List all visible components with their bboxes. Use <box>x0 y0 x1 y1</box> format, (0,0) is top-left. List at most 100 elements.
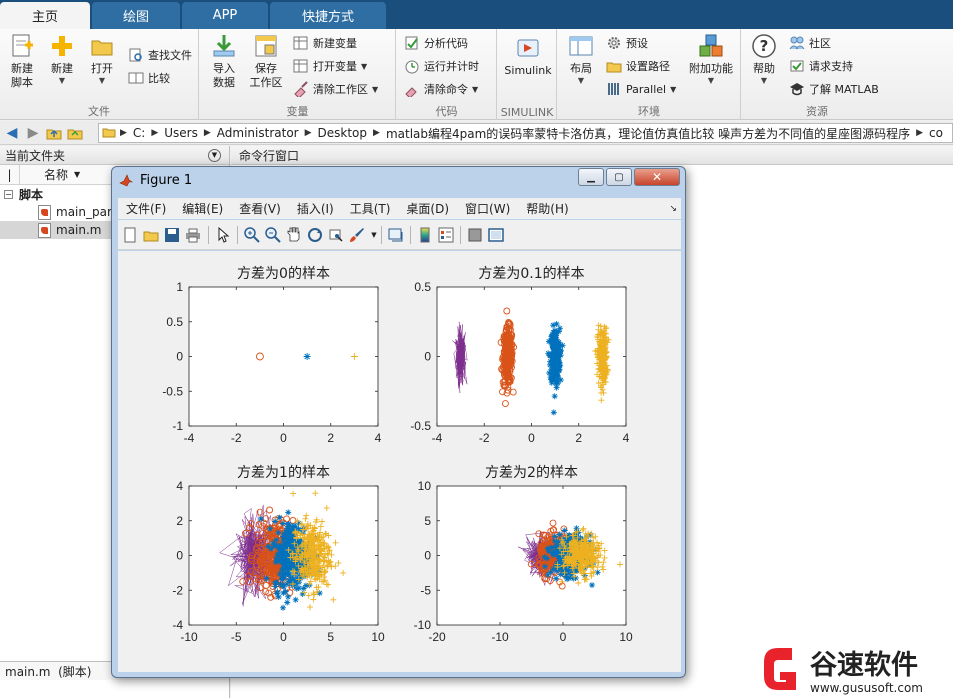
tab-home[interactable]: 主页 <box>0 2 90 29</box>
collapse-icon[interactable]: − <box>4 189 13 199</box>
star-marker <box>280 604 286 611</box>
find-files-button[interactable]: 查找文件 <box>128 45 192 65</box>
link-plot-icon[interactable] <box>387 226 405 244</box>
subplot-title: 方差为1的样本 <box>237 465 330 481</box>
subplot-4[interactable]: -20 -10 0 10-10-50510方差为2的样本 <box>414 465 633 644</box>
breadcrumb-desktop[interactable]: Desktop <box>312 126 374 140</box>
breadcrumb-project[interactable]: matlab编程4pam的误码率蒙特卡洛仿真，理论值仿真值比较 噪声方差为不同值… <box>380 125 916 142</box>
y-tick-label: -0.5 <box>162 384 183 398</box>
save-workspace-icon <box>253 33 279 59</box>
help-button[interactable]: ? 帮助 ▼ <box>746 33 782 85</box>
subplot-1[interactable]: -4 -2 0 2 4 -1 -0.5 0 0.5 1 方差为0的样本 <box>162 266 381 445</box>
open-variable-icon <box>293 58 309 74</box>
edit-plot-pointer-icon[interactable] <box>214 226 232 244</box>
tab-shortcuts[interactable]: 快捷方式 <box>270 2 386 29</box>
pan-hand-icon[interactable] <box>285 226 303 244</box>
import-icon <box>211 33 237 59</box>
zoom-out-icon[interactable] <box>264 226 282 244</box>
tab-plots[interactable]: 绘图 <box>92 2 180 29</box>
maximize-button[interactable]: ▢ <box>606 168 632 186</box>
x-tick-label: 0 <box>280 630 287 644</box>
chevron-down-icon: ▼ <box>361 61 368 71</box>
menu-help[interactable]: 帮助(H) <box>518 200 576 217</box>
subplot-2[interactable]: -4 -2 0 2 4 -0.5 0 0.5 方差为0.1的样本 <box>410 266 629 445</box>
chevron-right-icon: ▶ <box>304 128 312 138</box>
y-tick-label: 0 <box>424 549 431 563</box>
up-folder-icon[interactable] <box>45 124 63 142</box>
close-button[interactable]: ✕ <box>634 168 680 186</box>
star-marker <box>284 599 291 606</box>
breadcrumb-users[interactable]: Users <box>158 126 204 140</box>
new-script-button[interactable]: 新建 脚本 <box>4 33 40 90</box>
insert-colorbar-icon[interactable] <box>416 226 434 244</box>
matlab-logo-icon <box>119 173 133 191</box>
dock-arrow-icon[interactable]: ↘ <box>669 204 677 214</box>
compare-icon <box>128 70 144 86</box>
star-marker <box>280 520 286 527</box>
breadcrumb-drive[interactable]: C: <box>127 126 151 140</box>
subplot-3[interactable]: -10 -5 0 5 10 -4 -2 0 2 4 方差为1的样本 <box>172 465 385 644</box>
open-button[interactable]: 打开 ▼ <box>84 33 120 85</box>
x-tick-label: 4 <box>375 431 382 445</box>
star-marker <box>270 540 277 546</box>
brush-icon[interactable] <box>348 226 366 244</box>
breadcrumb-admin[interactable]: Administrator <box>211 126 305 140</box>
addons-button[interactable]: 附加功能 ▼ <box>686 33 736 85</box>
layout-icon <box>568 33 594 59</box>
save-workspace-button[interactable]: 保存 工作区 <box>246 33 286 90</box>
compare-button[interactable]: 比较 <box>128 68 170 88</box>
run-and-time-button[interactable]: 运行并计时 <box>404 56 479 76</box>
path-field[interactable]: ▶ C: ▶ Users ▶ Administrator ▶ Desktop ▶… <box>98 123 953 143</box>
menu-tools[interactable]: 工具(T) <box>342 200 399 217</box>
clear-workspace-button[interactable]: 清除工作区 ▼ <box>293 79 378 99</box>
save-icon[interactable] <box>163 226 181 244</box>
request-support-button[interactable]: 请求支持 <box>789 56 853 76</box>
data-cursor-icon[interactable] <box>327 226 345 244</box>
menu-window[interactable]: 窗口(W) <box>457 200 518 217</box>
browse-folder-icon[interactable] <box>66 124 84 142</box>
open-file-icon[interactable] <box>142 226 160 244</box>
new-figure-icon[interactable] <box>121 226 139 244</box>
menu-file[interactable]: 文件(F) <box>118 200 174 217</box>
x-tick-label: -20 <box>428 630 446 644</box>
analyze-code-button[interactable]: 分析代码 <box>404 33 468 53</box>
print-icon[interactable] <box>184 226 202 244</box>
menu-desktop[interactable]: 桌面(D) <box>398 200 457 217</box>
menu-edit[interactable]: 编辑(E) <box>174 200 231 217</box>
learn-matlab-button[interactable]: 了解 MATLAB <box>789 79 879 99</box>
community-button[interactable]: 社区 <box>789 33 831 53</box>
maximize-icon: ▢ <box>614 171 624 183</box>
clear-commands-button[interactable]: 清除命令 ▼ <box>404 79 478 99</box>
panel-title: 当前文件夹 <box>5 148 66 163</box>
new-button[interactable]: 新建 ▼ <box>44 33 80 85</box>
zoom-in-icon[interactable] <box>243 226 261 244</box>
import-data-button[interactable]: 导入 数据 <box>206 33 242 90</box>
menu-view[interactable]: 查看(V) <box>231 200 289 217</box>
set-path-button[interactable]: 设置路径 <box>606 56 670 76</box>
panel-menu-icon[interactable]: ▼ <box>208 148 221 162</box>
x-tick-label: 10 <box>619 630 633 644</box>
star-marker <box>541 554 548 561</box>
variable-group-label: 变量 <box>286 105 309 118</box>
breadcrumb-next[interactable]: co <box>923 126 949 140</box>
star-marker <box>273 579 280 586</box>
forward-arrow-icon[interactable]: ▶ <box>24 124 42 142</box>
parallel-button[interactable]: Parallel ▼ <box>606 79 676 99</box>
menu-insert[interactable]: 插入(I) <box>289 200 342 217</box>
toolstrip-tabbar: 主页 绘图 APP 快捷方式 <box>0 0 953 29</box>
preferences-button[interactable]: 预设 <box>606 33 648 53</box>
resources-group: ? 帮助 ▼ 社区 请求支持 了解 MATLAB 资源 <box>742 29 892 120</box>
tab-apps[interactable]: APP <box>182 2 268 29</box>
simulink-icon <box>515 35 541 61</box>
svg-text:?: ? <box>760 37 769 55</box>
layout-button[interactable]: 布局 ▼ <box>562 33 600 85</box>
simulink-button[interactable]: Simulink <box>502 35 554 78</box>
show-plot-tools-icon[interactable] <box>487 226 505 244</box>
open-variable-button[interactable]: 打开变量 ▼ <box>293 56 367 76</box>
rotate-3d-icon[interactable] <box>306 226 324 244</box>
back-arrow-icon[interactable]: ◀ <box>3 124 21 142</box>
minimize-button[interactable]: ▁ <box>578 168 604 186</box>
insert-legend-icon[interactable] <box>437 226 455 244</box>
hide-plot-tools-icon[interactable] <box>466 226 484 244</box>
new-variable-button[interactable]: 新建变量 <box>293 33 357 53</box>
